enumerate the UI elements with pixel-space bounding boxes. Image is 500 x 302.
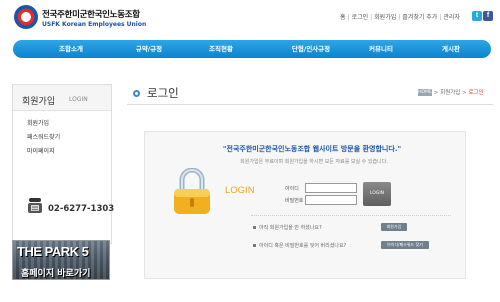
breadcrumb-separator: > (433, 90, 439, 96)
the-park-banner[interactable]: THE PARK 5 홈페이지 바로가기 (12, 240, 110, 280)
sidebar-header: 회원가입 LOGIN (13, 85, 111, 111)
nav-item-board[interactable]: 게시판 (421, 40, 481, 58)
title-divider (127, 104, 493, 105)
util-link-bookmark[interactable]: 즐겨찾기 추가 (402, 14, 437, 21)
banner-link-text: 홈페이지 바로가기 (21, 269, 91, 279)
join-button[interactable]: 회원가입 (381, 223, 407, 231)
header: 전국주한미군한국인노동조합 USFK Korean Employees Unio… (0, 0, 500, 38)
sidebar-menu-box: 회원가입 LOGIN 회원가입 패스워드찾기 마이페이지 02-6277-130… (12, 84, 115, 244)
help-row-join: 아직 회원가입을 안 하셨나요? (253, 224, 322, 231)
help-join-text: 아직 회원가입을 안 하셨나요? (259, 225, 322, 231)
banner-title: THE PARK 5 (17, 244, 89, 259)
nav-item-organization[interactable]: 조직현황 (191, 40, 251, 58)
lock-icon (174, 168, 210, 214)
title-bullet-icon (133, 90, 140, 97)
util-separator: | (439, 14, 442, 21)
nav-item-rules[interactable]: 규약/규정 (119, 40, 179, 58)
id-label: 아이디 (285, 186, 299, 192)
twitter-icon[interactable]: t (472, 11, 482, 21)
util-link-login[interactable]: 로그인 (352, 14, 369, 21)
login-heading: LOGIN (225, 185, 255, 196)
sidebar-item-mypage[interactable]: 마이페이지 (27, 146, 55, 155)
util-link-home[interactable]: 홈 (340, 14, 346, 21)
util-separator: | (347, 14, 350, 21)
union-logo[interactable] (14, 5, 38, 29)
facebook-icon[interactable]: f (483, 11, 493, 21)
org-name-english[interactable]: USFK Korean Employees Union (42, 21, 146, 28)
panel-divider (251, 215, 451, 216)
util-link-join[interactable]: 회원가입 (374, 14, 396, 21)
nav-item-about[interactable]: 조합소개 (41, 40, 101, 58)
find-account-button[interactable]: 아이디/패스워드 찾기 (381, 241, 429, 249)
sidebar-title: 회원가입 (22, 97, 56, 107)
util-link-admin[interactable]: 관리자 (443, 14, 460, 21)
welcome-message: "전국주한미군한국인노동조합 웹사이트 방문을 환영합니다." (222, 145, 402, 153)
util-separator: | (398, 14, 401, 21)
sidebar-item-find-password[interactable]: 패스워드찾기 (27, 132, 60, 141)
id-input[interactable] (305, 183, 357, 193)
home-icon[interactable]: HOME (418, 89, 432, 96)
breadcrumb-current: 로그인 (468, 90, 484, 96)
help-row-find: 아이디 혹은 비밀번호를 잊어 버리셨나요? (253, 242, 346, 249)
phone-icon (28, 198, 42, 213)
help-find-text: 아이디 혹은 비밀번호를 잊어 버리셨나요? (259, 243, 347, 249)
phone-number: 02-6277-1303 (48, 204, 115, 214)
nav-item-agreements[interactable]: 단협/인사규정 (273, 40, 349, 58)
breadcrumb: HOME > 회원가입 > 로그인 (418, 88, 484, 96)
breadcrumb-section[interactable]: 회원가입 (440, 90, 460, 96)
sidebar-subtitle: LOGIN (69, 96, 88, 103)
utility-links: 홈 | 로그인 | 회원가입 | 즐겨찾기 추가 | 관리자 (340, 12, 460, 21)
page-title: 로그인 (147, 86, 179, 100)
sidebar-item-join[interactable]: 회원가입 (27, 118, 49, 127)
util-separator: | (370, 14, 373, 21)
nav-item-community[interactable]: 커뮤니티 (351, 40, 411, 58)
login-button[interactable]: LOGIN (363, 182, 391, 206)
bullet-icon (253, 226, 256, 229)
password-input[interactable] (305, 195, 357, 205)
org-name-korean[interactable]: 전국주한미군한국인노동조합 (42, 8, 140, 20)
main-nav: 조합소개 규약/규정 조직현황 단협/인사규정 커뮤니티 게시판 (13, 40, 491, 58)
bullet-icon (253, 244, 256, 247)
breadcrumb-separator: > (462, 90, 467, 96)
login-panel: "전국주한미군한국인노동조합 웹사이트 방문을 환영합니다." 회원가입은 무료… (144, 131, 466, 279)
welcome-subtext: 회원가입은 무료이며 회원가입을 하시면 모든 자료를 보실 수 있습니다. (240, 159, 388, 165)
password-label: 비밀번호 (285, 198, 304, 204)
